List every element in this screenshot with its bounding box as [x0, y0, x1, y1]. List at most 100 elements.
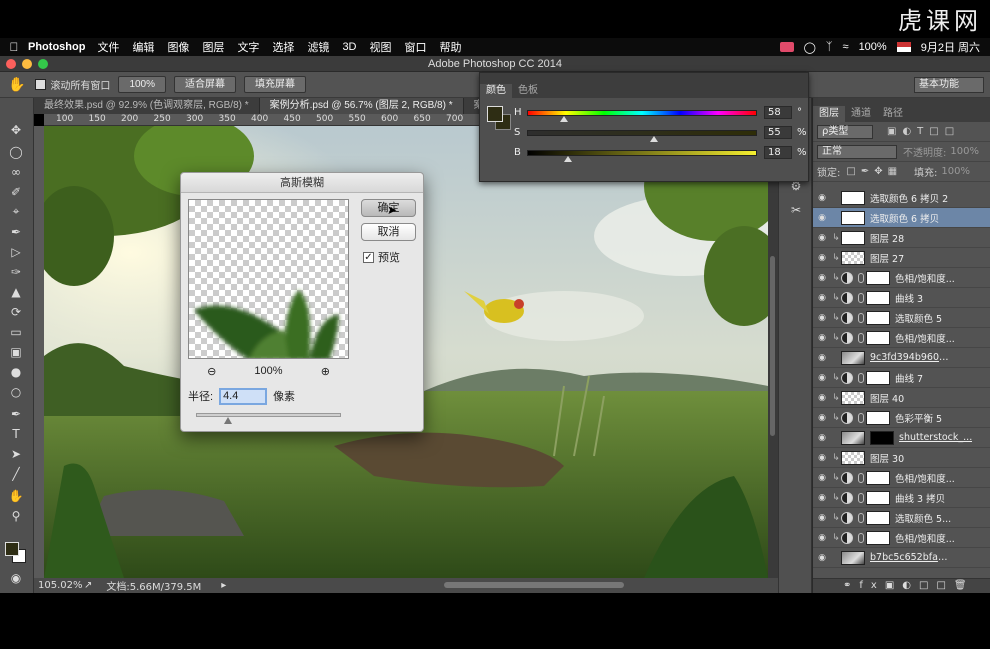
layer-thumbnail[interactable]	[841, 390, 865, 405]
layer-name[interactable]: 曲线 7	[895, 371, 923, 385]
eye-icon[interactable]: ◉	[813, 253, 831, 263]
menu-file[interactable]: 文件	[97, 39, 119, 55]
eye-icon[interactable]: ◉	[813, 273, 831, 283]
eye-icon[interactable]: ◉	[813, 313, 831, 323]
hue-value[interactable]: 58	[764, 106, 792, 119]
brush-tool-icon[interactable]: ✑	[7, 264, 25, 279]
eye-icon[interactable]: ◉	[813, 193, 831, 203]
layer-row[interactable]: ◉ ↳ 图层 40	[813, 388, 990, 408]
layer-thumbnail[interactable]	[841, 230, 865, 245]
layer-name[interactable]: shutterstock_...	[899, 432, 972, 443]
blur-preview[interactable]	[188, 199, 349, 359]
eye-icon[interactable]: ◉	[813, 553, 831, 563]
type-tool-icon[interactable]: T	[7, 426, 25, 441]
layer-name[interactable]: 图层 28	[870, 231, 904, 245]
layer-name[interactable]: 曲线 3	[895, 291, 923, 305]
eye-icon[interactable]: ◉	[813, 533, 831, 543]
foreground-color-swatch[interactable]	[5, 542, 19, 556]
eyedropper-tool-icon[interactable]: ✒	[7, 224, 25, 239]
layer-name[interactable]: 色彩平衡 5	[895, 411, 942, 425]
eye-icon[interactable]: ◉	[813, 393, 831, 403]
zoom-tool-icon[interactable]: ⚲	[7, 508, 25, 523]
saturation-knob[interactable]	[649, 136, 658, 142]
preview-checkbox[interactable]: ✓	[363, 251, 374, 263]
workspace-select[interactable]: 基本功能	[914, 77, 984, 93]
eye-icon[interactable]: ◉	[813, 433, 831, 443]
canvas-vertical-scrollbar[interactable]	[768, 126, 778, 578]
zoom-100-button[interactable]: 100%	[118, 76, 167, 93]
layer-row[interactable]: ◉ b7bc5c652bfa94b016...	[813, 548, 990, 568]
eye-icon[interactable]: ◉	[813, 353, 831, 363]
wifi-icon[interactable]: ≈	[843, 41, 849, 53]
line-tool-icon[interactable]: ╱	[7, 466, 25, 481]
saturation-track[interactable]	[527, 130, 757, 136]
zoom-out-icon[interactable]: ⊖	[207, 365, 216, 378]
radius-input[interactable]: 4.4	[219, 387, 268, 405]
menu-edit[interactable]: 编辑	[132, 39, 154, 55]
layer-thumbnail[interactable]	[866, 490, 890, 505]
tab-final-effect[interactable]: 最终效果.psd @ 92.9% (色调观察层, RGB/8) *	[34, 98, 260, 114]
link-icon[interactable]	[858, 492, 864, 503]
cancel-button[interactable]: 取消	[361, 223, 416, 241]
layer-thumbnail[interactable]	[841, 550, 865, 565]
link-icon[interactable]	[858, 532, 864, 543]
menu-type[interactable]: 文字	[237, 39, 259, 55]
tab-swatches[interactable]: 色板	[512, 84, 544, 98]
eye-icon[interactable]: ◉	[813, 413, 831, 423]
layer-row[interactable]: ◉ ↳ 曲线 7	[813, 368, 990, 388]
layer-name[interactable]: 色相/饱和度...	[895, 331, 955, 345]
layer-name[interactable]: 选取颜色 5...	[895, 511, 951, 525]
layer-row[interactable]: ◉ 9c3fd394b960661c6f...	[813, 348, 990, 368]
layer-row[interactable]: ◉ ↳ 色彩平衡 5	[813, 408, 990, 428]
quick-mask-icon[interactable]: ◉	[7, 570, 25, 585]
stamp-tool-icon[interactable]: ▲	[7, 284, 25, 299]
tab-channels[interactable]: 通道	[845, 106, 877, 122]
layer-thumbnail[interactable]	[866, 370, 890, 385]
layer-thumbnail[interactable]	[841, 450, 865, 465]
layer-row[interactable]: ◉ ↳ 图层 27	[813, 248, 990, 268]
layer-thumbnail[interactable]	[841, 210, 865, 225]
color-panel-foreground-swatch[interactable]	[487, 106, 503, 122]
layer-thumbnail[interactable]	[866, 330, 890, 345]
layer-mask-thumbnail[interactable]	[870, 430, 894, 445]
link-icon[interactable]	[858, 512, 864, 523]
quick-select-tool-icon[interactable]: ✐	[7, 184, 25, 199]
history-brush-icon[interactable]: ⟳	[7, 304, 25, 319]
eye-icon[interactable]: ◉	[813, 373, 831, 383]
zoom-readout[interactable]: 105.02%	[38, 580, 84, 591]
menu-3d[interactable]: 3D	[342, 41, 356, 53]
fill-screen-button[interactable]: 填充屏幕	[244, 76, 307, 93]
blur-tool-icon[interactable]: ●	[7, 364, 25, 379]
layer-row[interactable]: ◉ ↳ 曲线 3 拷贝	[813, 488, 990, 508]
layer-name[interactable]: 图层 27	[870, 251, 904, 265]
link-icon[interactable]	[858, 372, 864, 383]
layer-thumbnail[interactable]	[866, 290, 890, 305]
kind-filter-select[interactable]: ρ类型	[817, 124, 873, 139]
eye-icon[interactable]: ◉	[813, 213, 831, 223]
saturation-value[interactable]: 55	[764, 126, 792, 139]
record-icon[interactable]	[779, 42, 794, 52]
link-icon[interactable]	[858, 412, 864, 423]
layer-name[interactable]: b7bc5c652bfa94b016...	[870, 552, 950, 563]
menu-select[interactable]: 选择	[272, 39, 294, 55]
lock-icons[interactable]: □✒✥▦	[846, 166, 902, 177]
link-icon[interactable]	[858, 272, 864, 283]
tab-layers[interactable]: 图层	[813, 106, 845, 122]
scissors-icon[interactable]: ✂	[787, 202, 805, 217]
layer-name[interactable]: 图层 30	[870, 451, 904, 465]
lasso-tool-icon[interactable]: ∞	[7, 164, 25, 179]
menu-layer[interactable]: 图层	[202, 39, 224, 55]
layer-name[interactable]: 9c3fd394b960661c6f...	[870, 352, 950, 363]
menu-filter[interactable]: 滤镜	[307, 39, 329, 55]
creative-cloud-icon[interactable]: ◯	[804, 41, 816, 54]
layer-name[interactable]: 色相/饱和度...	[895, 531, 955, 545]
path-select-icon[interactable]: ➤	[7, 446, 25, 461]
layer-name[interactable]: 选取颜色 6 拷贝	[870, 211, 939, 225]
layer-thumbnail[interactable]	[841, 250, 865, 265]
radius-slider-track[interactable]	[196, 413, 341, 417]
layer-thumbnail[interactable]	[866, 410, 890, 425]
hand-tool-icon[interactable]: ✋	[7, 488, 25, 503]
opacity-value[interactable]: 100%	[950, 146, 979, 157]
brightness-knob[interactable]	[564, 156, 573, 162]
brightness-value[interactable]: 18	[764, 146, 792, 159]
